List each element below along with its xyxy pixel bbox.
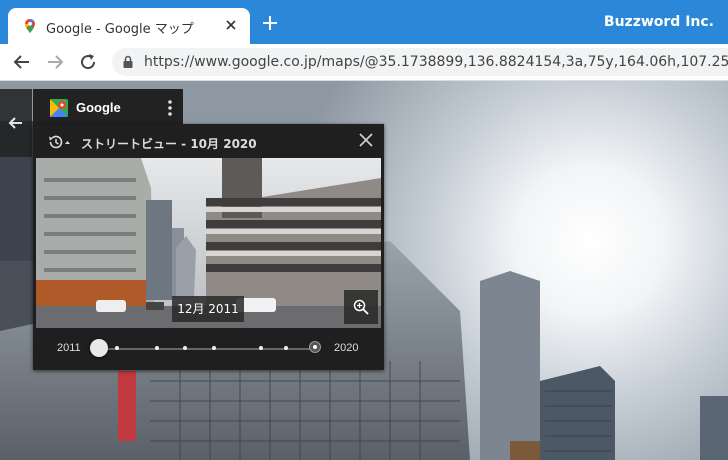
forward-icon[interactable] (44, 51, 66, 73)
timeline-point[interactable] (183, 346, 187, 350)
back-to-map-button[interactable] (0, 89, 32, 157)
google-maps-logo-icon (50, 99, 68, 117)
timeline-point[interactable] (115, 346, 119, 350)
browser-titlebar: Google - Google マップ Buzzword Inc. (0, 0, 728, 44)
zoom-preview-button[interactable] (344, 290, 378, 324)
url-text: https://www.google.co.jp/maps/@35.173889… (144, 54, 728, 70)
back-icon[interactable] (11, 51, 33, 73)
zoom-in-icon (353, 299, 369, 315)
reload-icon[interactable] (77, 51, 99, 73)
place-panel: Google (33, 89, 183, 125)
close-tab-icon[interactable] (222, 16, 240, 34)
brand-label: Buzzword Inc. (603, 14, 714, 30)
tab-title: Google - Google マップ (46, 22, 194, 37)
timeline-point[interactable] (155, 346, 159, 350)
start-year-label: 2011 (57, 342, 81, 354)
timeline-point[interactable] (212, 346, 216, 350)
end-year-label: 2020 (334, 342, 359, 354)
close-icon[interactable] (358, 132, 374, 148)
place-title: Google (76, 100, 121, 115)
timeline-current-marker[interactable] (309, 341, 321, 353)
google-maps-favicon-icon (25, 19, 35, 33)
browser-toolbar: https://www.google.co.jp/maps/@35.173889… (0, 44, 728, 81)
history-clock-icon[interactable] (47, 134, 71, 150)
arrow-left-icon (8, 117, 22, 129)
timeline-point[interactable] (259, 346, 263, 350)
browser-tab[interactable]: Google - Google マップ (8, 8, 250, 44)
timeline-point[interactable] (284, 346, 288, 350)
selected-date-label: 12月 2011 (172, 296, 244, 322)
timeline-slider-handle[interactable] (90, 339, 108, 357)
time-machine-title: ストリートビュー - 10月 2020 (81, 137, 257, 151)
new-tab-icon[interactable] (260, 13, 280, 33)
vertical-dots-menu-icon[interactable] (167, 99, 173, 117)
time-machine-panel: ストリートビュー - 10月 2020 12月 2011 2011 2020 (33, 124, 384, 370)
address-bar[interactable]: https://www.google.co.jp/maps/@35.173889… (112, 48, 728, 76)
lock-icon (123, 55, 133, 68)
